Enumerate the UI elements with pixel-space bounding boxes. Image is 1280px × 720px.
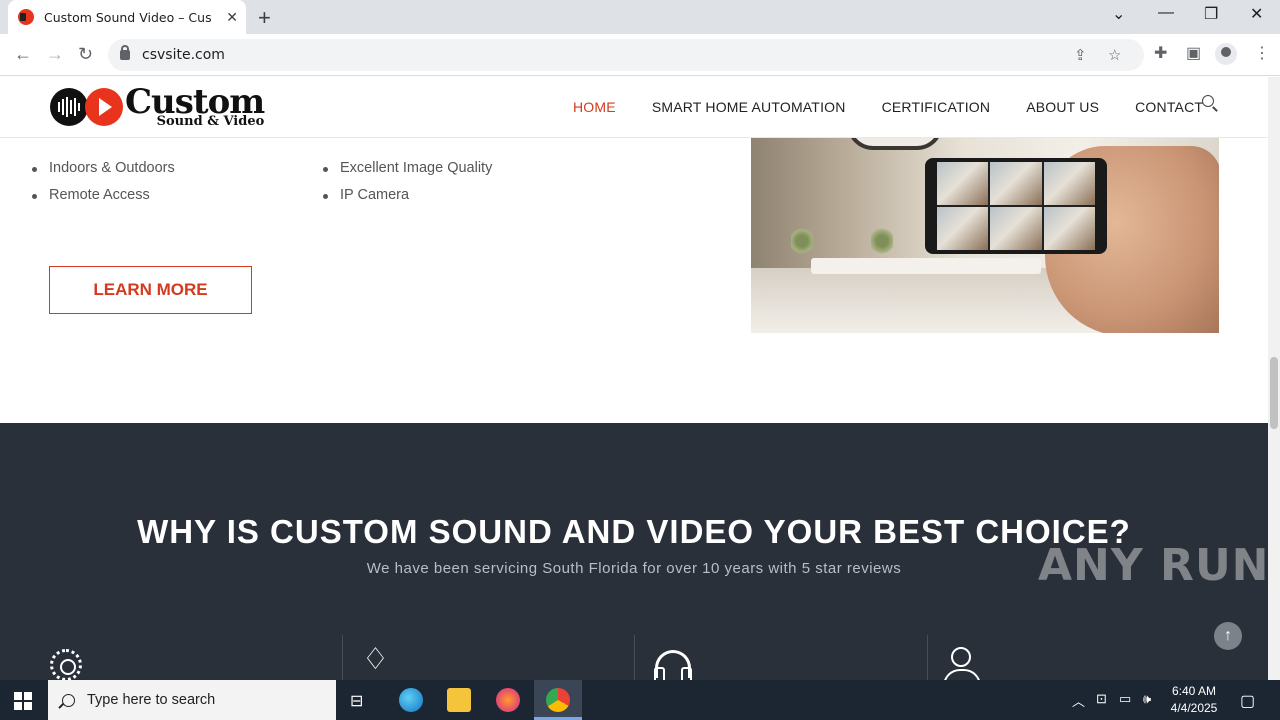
- chrome-icon: [546, 688, 570, 712]
- nav-smart-home-automation[interactable]: SMART HOME AUTOMATION: [652, 99, 846, 115]
- gear-icon: [50, 649, 82, 680]
- browser-tab[interactable]: Custom Sound Video – Custom ✕: [8, 0, 246, 34]
- headset-icon: [654, 650, 692, 680]
- close-window-button[interactable]: ✕: [1250, 4, 1263, 24]
- bookmark-star-icon[interactable]: ☆: [1108, 46, 1121, 64]
- search-icon: [62, 693, 75, 707]
- lock-icon[interactable]: [120, 45, 130, 60]
- profile-avatar[interactable]: [1215, 43, 1237, 65]
- extensions-icon[interactable]: ✚: [1154, 43, 1167, 63]
- back-button[interactable]: ←: [14, 44, 32, 65]
- security-camera-photo: [751, 138, 1219, 333]
- notifications-icon[interactable]: ▢: [1240, 691, 1255, 711]
- security-tray-icon[interactable]: ⊡: [1096, 691, 1107, 707]
- url-text[interactable]: csvsite.com: [142, 47, 225, 63]
- tab-title: Custom Sound Video – Custom: [44, 9, 212, 25]
- chrome-taskbar-button[interactable]: [534, 680, 582, 720]
- forward-button[interactable]: →: [46, 44, 64, 65]
- search-icon[interactable]: [1202, 95, 1214, 107]
- clock-time: 6:40 AM: [1171, 684, 1217, 698]
- anyrun-watermark: ANY RUN: [1038, 540, 1270, 591]
- nav-about-us[interactable]: ABOUT US: [1026, 99, 1099, 115]
- nav-home[interactable]: HOME: [573, 99, 616, 115]
- scrollbar-thumb[interactable]: [1270, 357, 1278, 429]
- soundwave-icon: [50, 87, 88, 126]
- nav-contact[interactable]: CONTACT: [1135, 99, 1203, 115]
- list-item: Excellent Image Quality: [322, 160, 492, 176]
- play-icon: [85, 87, 123, 126]
- task-view-icon[interactable]: ⊟: [350, 691, 363, 711]
- nav-certification[interactable]: CERTIFICATION: [882, 99, 991, 115]
- taskbar-search[interactable]: Type here to search: [48, 680, 336, 720]
- user-check-icon: [943, 647, 981, 680]
- file-explorer-icon[interactable]: [447, 688, 471, 712]
- browser-tab-strip: Custom Sound Video – Custom ✕ + ⌄ — ❐ ✕: [0, 0, 1280, 34]
- new-tab-button[interactable]: +: [258, 5, 271, 31]
- feature-list-right: Excellent Image Quality IP Camera: [322, 160, 492, 214]
- close-tab-icon[interactable]: ✕: [226, 9, 238, 26]
- taskbar-search-placeholder: Type here to search: [87, 692, 216, 708]
- network-icon[interactable]: ▭: [1119, 691, 1131, 707]
- list-item: Indoors & Outdoors: [32, 160, 175, 176]
- clock-date: 4/4/2025: [1170, 701, 1218, 715]
- firefox-icon[interactable]: [496, 688, 520, 712]
- site-header: Custom Sound & Video HOME SMART HOME AUT…: [0, 77, 1268, 138]
- reload-button[interactable]: ↻: [78, 44, 93, 65]
- main-nav: HOME SMART HOME AUTOMATION CERTIFICATION…: [573, 99, 1239, 115]
- site-logo[interactable]: Custom Sound & Video: [50, 85, 265, 128]
- menu-icon[interactable]: ⋮: [1254, 43, 1270, 63]
- side-panel-icon[interactable]: ▣: [1186, 43, 1201, 63]
- show-hidden-icons[interactable]: ︿: [1072, 691, 1085, 710]
- restore-button[interactable]: ❐: [1204, 4, 1218, 24]
- tab-search-icon[interactable]: ⌄: [1112, 4, 1125, 24]
- minimize-button[interactable]: —: [1158, 4, 1174, 22]
- address-bar[interactable]: csvsite.com ⇪ ☆: [108, 39, 1144, 71]
- windows-taskbar: Type here to search ⊟ ︿ ⊡ ▭ 🕪 6:40 AM 4/…: [0, 680, 1280, 720]
- windows-start-icon[interactable]: [14, 692, 32, 710]
- site-favicon-icon: [18, 9, 34, 25]
- list-item: IP Camera: [322, 187, 492, 203]
- scroll-to-top-button[interactable]: ↑: [1214, 622, 1242, 650]
- page-scrollbar[interactable]: [1268, 77, 1280, 680]
- list-item: Remote Access: [32, 187, 175, 203]
- feature-list-left: Indoors & Outdoors Remote Access: [32, 160, 175, 214]
- system-clock[interactable]: 6:40 AM 4/4/2025: [1168, 683, 1220, 717]
- browser-toolbar: ← → ↻ csvsite.com ⇪ ☆ ✚ ▣ ⋮: [0, 34, 1280, 76]
- volume-icon[interactable]: 🕪: [1143, 691, 1151, 707]
- phone-image: [925, 158, 1107, 254]
- learn-more-button[interactable]: LEARN MORE: [49, 266, 252, 314]
- share-icon[interactable]: ⇪: [1074, 46, 1087, 64]
- edge-icon[interactable]: [399, 688, 423, 712]
- diamond-icon: ♢: [362, 643, 389, 676]
